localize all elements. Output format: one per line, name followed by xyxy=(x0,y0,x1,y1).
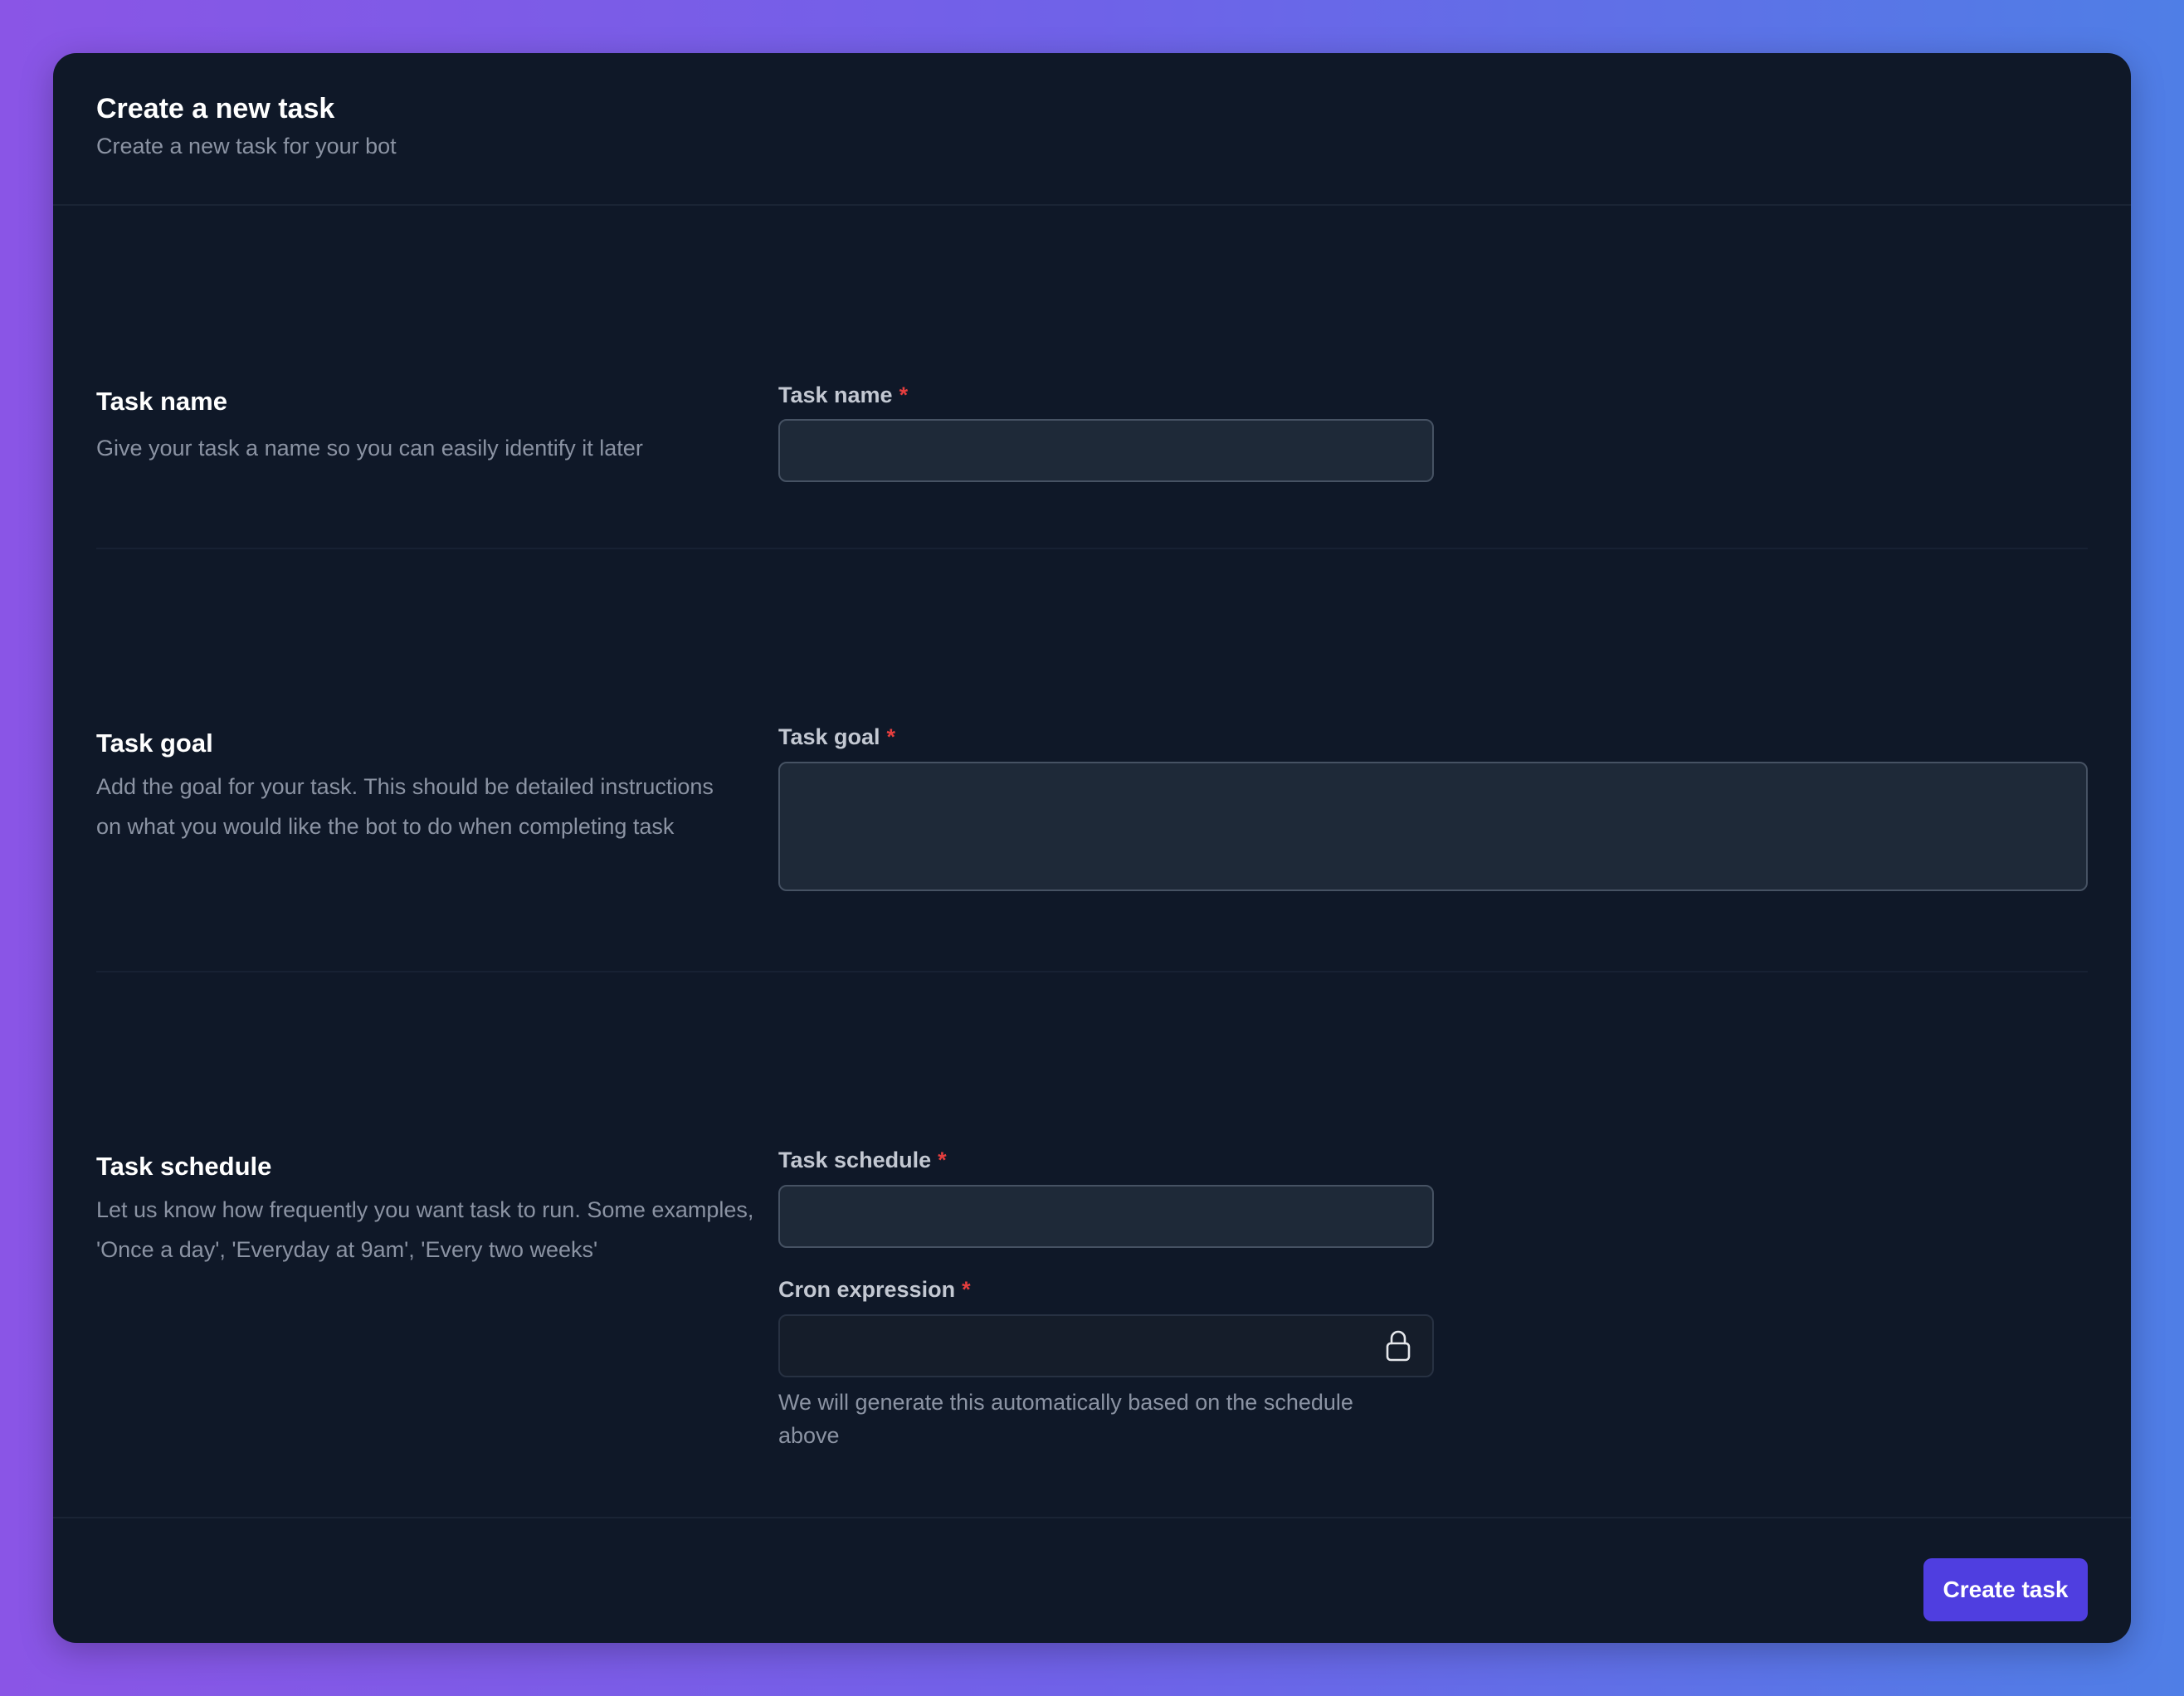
task-goal-label: Task goal * xyxy=(778,722,895,752)
card-header: Create a new task Create a new task for … xyxy=(53,53,2131,206)
required-indicator: * xyxy=(899,383,909,407)
task-name-section-title: Task name xyxy=(96,387,227,416)
task-schedule-section-title: Task schedule xyxy=(96,1152,272,1181)
create-task-card: Create a new task Create a new task for … xyxy=(53,53,2131,1643)
task-goal-textarea[interactable] xyxy=(778,762,2088,891)
cron-help-text: We will generate this automatically base… xyxy=(778,1390,1353,1448)
required-indicator: * xyxy=(938,1148,947,1172)
cron-expression-label-text: Cron expression xyxy=(778,1277,956,1302)
cron-expression-label: Cron expression * xyxy=(778,1274,971,1304)
lock-icon xyxy=(1386,1330,1411,1362)
task-name-section-description: Give your task a name so you can easily … xyxy=(96,436,643,461)
task-schedule-input[interactable] xyxy=(778,1185,1434,1248)
task-name-label: Task name * xyxy=(778,380,908,410)
task-schedule-section-description: Let us know how frequently you want task… xyxy=(96,1197,754,1262)
task-name-input[interactable] xyxy=(778,419,1434,482)
task-schedule-label-text: Task schedule xyxy=(778,1148,932,1172)
cron-expression-input xyxy=(778,1314,1434,1377)
create-task-button[interactable]: Create task xyxy=(1923,1558,2088,1621)
task-goal-section-title: Task goal xyxy=(96,729,213,758)
required-indicator: * xyxy=(886,724,896,749)
task-name-section: Task name Give your task a name so you c… xyxy=(96,206,2088,601)
page-subtitle: Create a new task for your bot xyxy=(96,134,397,158)
task-goal-section: Task goal Add the goal for your task. Th… xyxy=(96,548,2088,971)
task-schedule-section: Task schedule Let us know how frequently… xyxy=(96,971,2088,1502)
required-indicator: * xyxy=(962,1277,971,1302)
task-goal-section-description: Add the goal for your task. This should … xyxy=(96,774,714,839)
card-footer: Create task xyxy=(53,1517,2131,1643)
page-title: Create a new task xyxy=(96,93,335,124)
task-name-label-text: Task name xyxy=(778,383,893,407)
task-schedule-label: Task schedule * xyxy=(778,1145,947,1175)
task-goal-label-text: Task goal xyxy=(778,724,880,749)
